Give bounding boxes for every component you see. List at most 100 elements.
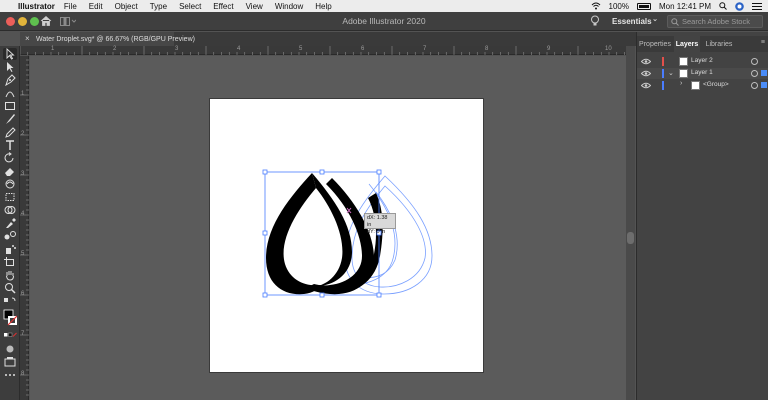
hand-tool-icon[interactable] xyxy=(3,269,17,281)
chevron-down-icon[interactable]: ⌄ xyxy=(668,69,674,77)
menu-object[interactable]: Object xyxy=(115,2,138,11)
vertical-scrollbar[interactable] xyxy=(626,46,635,400)
eyedropper-tool-icon[interactable] xyxy=(3,217,17,229)
shape-builder-tool-icon[interactable] xyxy=(3,204,17,216)
visibility-eye-icon[interactable] xyxy=(641,82,651,89)
vruler-label: 7 xyxy=(21,331,25,337)
menu-type[interactable]: Type xyxy=(150,2,167,11)
document-tab[interactable]: × Water Droplet.svg* @ 66.67% (RGB/GPU P… xyxy=(20,32,195,46)
horizontal-ruler-ticks xyxy=(20,46,625,55)
document-tab-bar: × Water Droplet.svg* @ 66.67% (RGB/GPU P… xyxy=(20,32,636,46)
horizontal-ruler[interactable]: 1 2 3 4 5 6 7 8 9 10 xyxy=(20,46,630,55)
menu-help[interactable]: Help xyxy=(315,2,331,11)
artboard-tool-icon[interactable] xyxy=(3,256,17,268)
search-icon xyxy=(671,18,679,26)
pencil-tool-icon[interactable] xyxy=(3,126,17,138)
blend-tool-icon[interactable] xyxy=(3,230,17,242)
rectangle-tool-icon[interactable] xyxy=(3,100,17,112)
menu-select[interactable]: Select xyxy=(179,2,201,11)
layer-name[interactable]: <Group> xyxy=(703,81,729,88)
vruler-label: 5 xyxy=(21,251,25,257)
home-icon[interactable] xyxy=(40,15,52,27)
layer-thumbnail xyxy=(691,81,700,90)
paintbrush-tool-icon[interactable] xyxy=(3,113,17,125)
scrollbar-thumb[interactable] xyxy=(627,232,634,244)
hruler-label: 10 xyxy=(605,46,612,52)
stock-search-placeholder: Search Adobe Stock xyxy=(682,17,750,26)
tab-libraries[interactable]: Libraries xyxy=(703,36,735,52)
clock[interactable]: Mon 12:41 PM xyxy=(659,2,711,11)
workspace-label: Essentials xyxy=(612,17,652,26)
tooltip-dx: dX: 1.38 in xyxy=(367,215,388,228)
layers-panel: Properties Layers Libraries ≡ Layer 2 ⌄ … xyxy=(636,32,768,400)
workspace-switcher[interactable]: Essentials ⌄ xyxy=(606,15,662,28)
mac-menubar: Illustrator File Edit Object Type Select… xyxy=(0,0,768,12)
battery-icon[interactable] xyxy=(636,2,651,10)
layer-thumbnail xyxy=(679,57,688,66)
window-minimize-button[interactable] xyxy=(18,17,27,26)
rotate-tool-icon[interactable] xyxy=(3,152,17,164)
eraser-tool-icon[interactable] xyxy=(3,165,17,177)
edit-toolbar-icon[interactable] xyxy=(3,369,17,381)
selection-tool-icon[interactable] xyxy=(3,48,17,60)
hruler-label: 1 xyxy=(51,46,55,52)
layer-target-icon[interactable] xyxy=(751,82,758,89)
color-mode-icons[interactable] xyxy=(3,330,17,342)
direct-selection-tool-icon[interactable] xyxy=(3,61,17,73)
chevron-down-icon: ⌄ xyxy=(652,16,658,23)
tooltip-dy: dY: 0 in xyxy=(367,229,386,235)
menu-view[interactable]: View xyxy=(246,2,263,11)
screen-mode-icon[interactable] xyxy=(3,356,17,368)
hruler-label: 3 xyxy=(175,46,179,52)
spotlight-icon[interactable] xyxy=(719,2,727,10)
curvature-tool-icon[interactable] xyxy=(3,87,17,99)
visibility-eye-icon[interactable] xyxy=(641,70,651,77)
stock-search-input[interactable]: Search Adobe Stock xyxy=(667,15,763,28)
menu-edit[interactable]: Edit xyxy=(89,2,103,11)
swap-fill-stroke-icon[interactable] xyxy=(3,296,17,308)
vruler-label: 6 xyxy=(21,291,25,297)
tab-properties[interactable]: Properties xyxy=(637,36,673,52)
layer-row-layer-1[interactable]: ⌄ Layer 1 xyxy=(637,68,768,79)
close-tab-icon[interactable]: × xyxy=(25,34,30,43)
menu-file[interactable]: File xyxy=(64,2,77,11)
panel-menu-icon[interactable]: ≡ xyxy=(761,39,765,46)
window-close-button[interactable] xyxy=(6,17,15,26)
panel-tabs: Properties Layers Libraries ≡ xyxy=(637,36,768,52)
layer-name[interactable]: Layer 2 xyxy=(691,57,713,64)
vertical-ruler[interactable]: 1 2 3 4 5 6 7 8 xyxy=(20,55,29,400)
app-title-bar: Adobe Illustrator 2020 Essentials ⌄ Sear… xyxy=(0,12,768,31)
discover-bulb-icon[interactable] xyxy=(590,15,600,27)
user-avatar-icon[interactable] xyxy=(735,1,744,11)
control-center-icon[interactable] xyxy=(752,2,762,10)
fill-stroke-swatches[interactable] xyxy=(3,309,17,327)
layer-selection-indicator[interactable] xyxy=(761,70,767,76)
wifi-icon[interactable] xyxy=(591,2,601,10)
layer-row-group[interactable]: › <Group> xyxy=(637,80,768,91)
layer-target-icon[interactable] xyxy=(751,70,758,77)
symbol-sprayer-tool-icon[interactable] xyxy=(3,243,17,255)
free-transform-tool-icon[interactable] xyxy=(3,191,17,203)
arrange-documents-icon[interactable] xyxy=(60,17,76,26)
drawing-mode-icon[interactable] xyxy=(3,343,17,355)
layer-color-bar xyxy=(662,57,664,66)
hruler-label: 9 xyxy=(547,46,551,52)
window-maximize-button[interactable] xyxy=(30,17,39,26)
zoom-tool-icon[interactable] xyxy=(3,282,17,294)
layer-row-layer-2[interactable]: Layer 2 xyxy=(637,56,768,67)
menu-window[interactable]: Window xyxy=(275,2,303,11)
artboard[interactable] xyxy=(210,99,483,372)
layer-name[interactable]: Layer 1 xyxy=(691,69,713,76)
vruler-label: 3 xyxy=(21,171,25,177)
pen-tool-icon[interactable] xyxy=(3,74,17,86)
app-menu[interactable]: Illustrator xyxy=(18,2,55,11)
visibility-eye-icon[interactable] xyxy=(641,58,651,65)
menu-effect[interactable]: Effect xyxy=(213,2,233,11)
tab-layers[interactable]: Layers xyxy=(674,36,700,52)
layer-selection-indicator[interactable] xyxy=(761,82,767,88)
warp-tool-icon[interactable] xyxy=(3,178,17,190)
chevron-right-icon[interactable]: › xyxy=(680,80,682,87)
type-tool-icon[interactable] xyxy=(3,139,17,151)
layer-target-icon[interactable] xyxy=(751,58,758,65)
battery-percent: 100% xyxy=(608,1,629,11)
